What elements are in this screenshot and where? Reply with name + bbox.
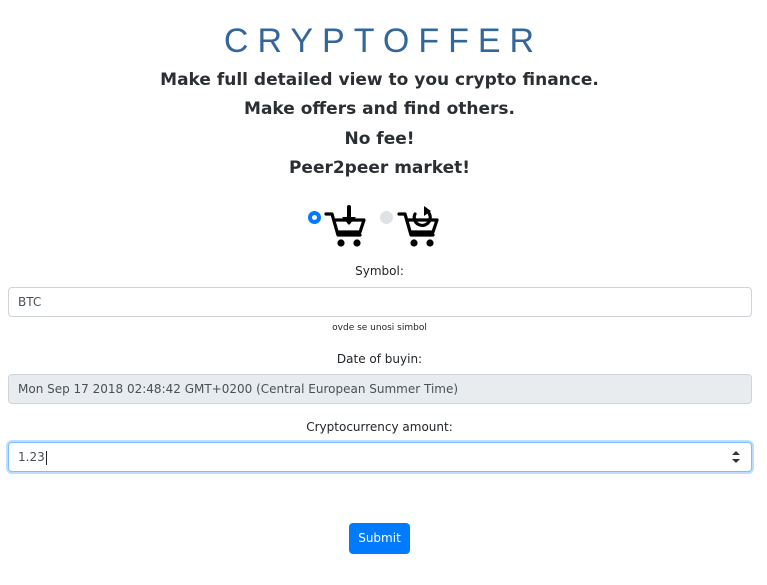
brand-title: CRYPTOFFER — [223, 22, 544, 60]
amount-input[interactable]: 1.23 — [8, 442, 752, 472]
page: CRYPTOFFER Make full detailed view to yo… — [0, 0, 767, 585]
number-stepper-icon[interactable] — [731, 450, 741, 464]
amount-value: 1.23 — [18, 450, 45, 464]
submit-button[interactable]: Submit — [349, 523, 410, 554]
tagline-3: No fee! — [344, 129, 415, 149]
symbol-hint: ovde se unosi simbol — [332, 323, 427, 333]
tagline-2: Make offers and find others. — [244, 99, 515, 119]
tagline-1: Make full detailed view to you crypto fi… — [160, 70, 599, 90]
sell-radio[interactable] — [380, 211, 393, 224]
amount-label: Cryptocurrency amount: — [306, 420, 453, 434]
date-input[interactable]: Mon Sep 17 2018 02:48:42 GMT+0200 (Centr… — [8, 374, 752, 404]
buy-radio[interactable] — [308, 211, 321, 224]
symbol-input[interactable]: BTC — [8, 287, 752, 317]
date-value: Mon Sep 17 2018 02:48:42 GMT+0200 (Centr… — [18, 382, 459, 396]
text-caret — [45, 450, 47, 465]
symbol-value: BTC — [18, 295, 42, 309]
tagline-4: Peer2peer market! — [288, 158, 471, 178]
date-label: Date of buyin: — [336, 352, 423, 366]
cart-download-icon[interactable] — [323, 205, 367, 249]
symbol-label: Symbol: — [355, 264, 404, 278]
cart-refresh-icon[interactable] — [396, 205, 440, 249]
